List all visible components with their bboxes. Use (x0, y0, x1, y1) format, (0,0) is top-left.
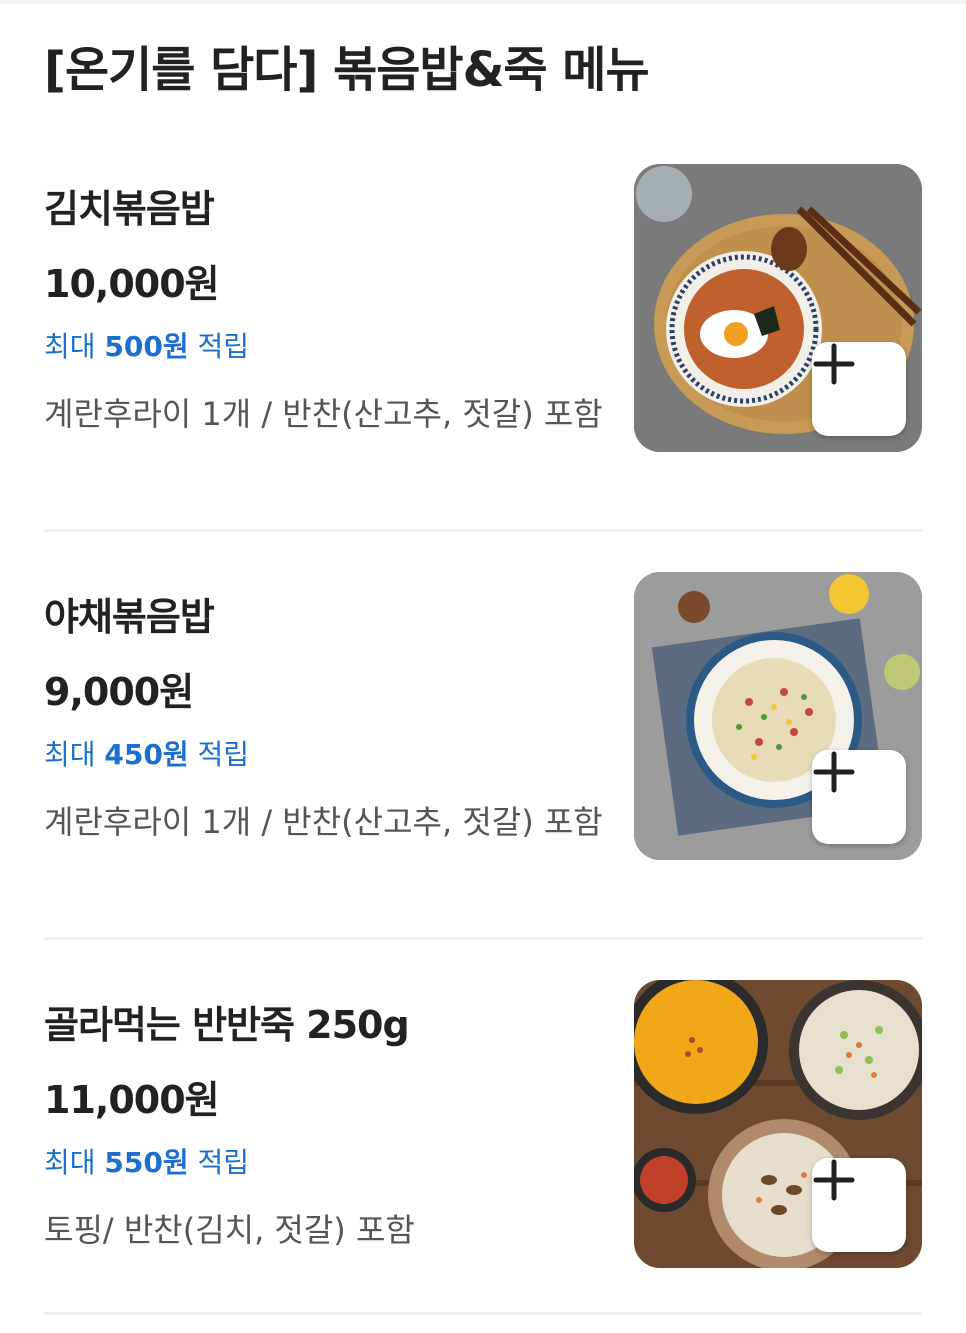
add-to-cart-button[interactable] (812, 342, 906, 436)
menu-item-kimchi-fried-rice[interactable]: 김치볶음밥 10,000원 최대 500원 적립 계란후라이 1개 / 반찬(산… (0, 164, 966, 478)
points-amount: 550원 (104, 1146, 189, 1179)
points-prefix: 최대 (44, 738, 105, 771)
add-to-cart-button[interactable] (812, 1158, 906, 1252)
plus-icon (813, 751, 855, 793)
half-half-porridge-photo[interactable] (634, 980, 922, 1268)
item-divider (44, 529, 922, 532)
points-prefix: 최대 (44, 330, 105, 363)
kimchi-fried-rice-photo[interactable] (634, 164, 922, 452)
points-prefix: 최대 (44, 1146, 105, 1179)
menu-item-description: 계란후라이 1개 / 반찬(산고추, 젓갈) 포함 (44, 803, 603, 841)
menu-item-half-half-porridge[interactable]: 골라먹는 반반죽 250g 11,000원 최대 550원 적립 토핑/ 반찬(… (0, 980, 966, 1294)
menu-item-price: 9,000원 (44, 670, 194, 714)
menu-item-name: 김치볶음밥 (44, 187, 215, 231)
menu-item-price: 10,000원 (44, 262, 220, 306)
points-info: 최대 500원 적립 (44, 325, 249, 365)
menu-item-price: 11,000원 (44, 1078, 220, 1122)
points-info: 최대 450원 적립 (44, 733, 249, 773)
add-to-cart-button[interactable] (812, 750, 906, 844)
top-divider (0, 0, 966, 4)
vegetable-fried-rice-photo[interactable] (634, 572, 922, 860)
menu-item-vegetable-fried-rice[interactable]: 야채볶음밥 9,000원 최대 450원 적립 계란후라이 1개 / 반찬(산고… (0, 572, 966, 886)
points-amount: 500원 (104, 330, 189, 363)
plus-icon (813, 343, 855, 385)
points-info: 최대 550원 적립 (44, 1141, 249, 1181)
menu-item-name: 골라먹는 반반죽 250g (44, 1003, 410, 1047)
item-divider (44, 937, 922, 940)
menu-item-description: 계란후라이 1개 / 반찬(산고추, 젓갈) 포함 (44, 395, 603, 433)
points-suffix: 적립 (188, 330, 250, 363)
menu-item-description: 토핑/ 반찬(김치, 젓갈) 포함 (44, 1211, 415, 1249)
points-suffix: 적립 (188, 1146, 250, 1179)
menu-item-name: 야채볶음밥 (44, 595, 215, 639)
section-title: [온기를 담다] 볶음밥&죽 메뉴 (44, 42, 650, 98)
points-amount: 450원 (104, 738, 189, 771)
plus-icon (813, 1159, 855, 1201)
item-divider (44, 1312, 922, 1315)
points-suffix: 적립 (188, 738, 250, 771)
